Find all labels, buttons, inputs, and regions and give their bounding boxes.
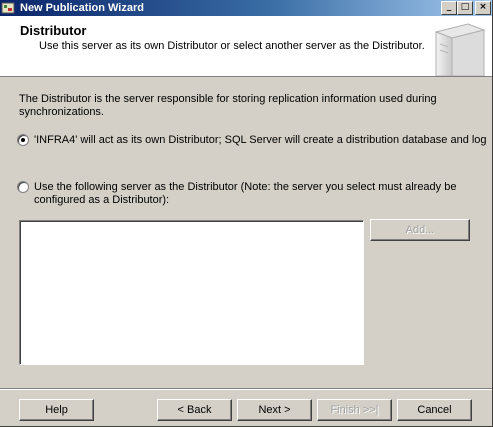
- radio-other-distributor-label[interactable]: Use the following server as the Distribu…: [34, 181, 474, 207]
- window-title: New Publication Wizard: [20, 2, 144, 14]
- wizard-app-icon: [1, 1, 15, 15]
- wizard-header: Distributor Use this server as its own D…: [0, 16, 492, 77]
- next-button[interactable]: Next >: [237, 399, 312, 421]
- radio-self-distributor-label[interactable]: 'INFRA4' will act as its own Distributor…: [34, 134, 487, 147]
- page-title: Distributor: [20, 23, 87, 38]
- footer-divider: [0, 388, 492, 390]
- wizard-window: New Publication Wizard _ □ × Distributor…: [0, 0, 493, 427]
- help-button[interactable]: Help: [19, 399, 94, 421]
- radio-other-distributor[interactable]: [17, 181, 29, 193]
- back-button[interactable]: < Back: [157, 399, 232, 421]
- maximize-icon[interactable]: □: [457, 1, 473, 15]
- cancel-button[interactable]: Cancel: [397, 399, 472, 421]
- title-bar[interactable]: New Publication Wizard _ □ ×: [0, 0, 492, 16]
- radio-self-distributor[interactable]: [17, 134, 29, 146]
- close-icon[interactable]: ×: [475, 1, 491, 15]
- finish-button[interactable]: Finish >>|: [317, 399, 392, 421]
- add-button[interactable]: Add...: [370, 219, 470, 241]
- server-tower-icon: [428, 20, 488, 77]
- distributor-server-list[interactable]: [19, 220, 364, 365]
- page-subtitle: Use this server as its own Distributor o…: [39, 40, 425, 52]
- minimize-icon[interactable]: _: [441, 1, 457, 15]
- distributor-description: The Distributor is the server responsibl…: [19, 93, 437, 118]
